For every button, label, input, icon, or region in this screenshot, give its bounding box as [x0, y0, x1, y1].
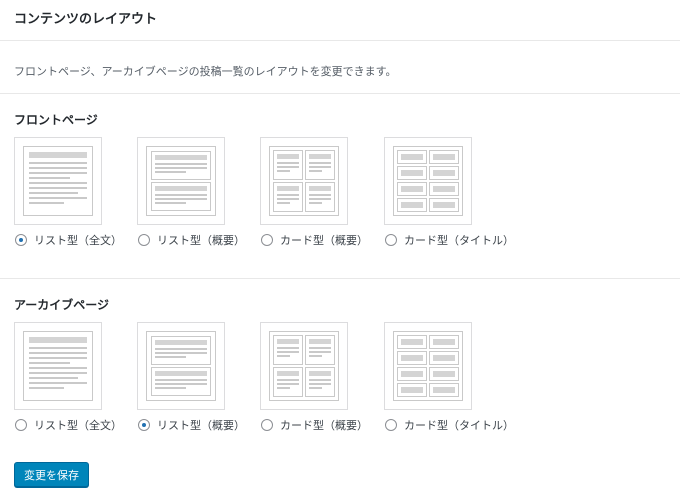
- layout-thumbnail-summary-card[interactable]: [260, 137, 348, 225]
- radio-button[interactable]: [138, 419, 150, 431]
- layout-preview: [269, 331, 339, 401]
- layout-option-summary-list[interactable]: リスト型（概要）: [138, 232, 245, 248]
- layout-thumbnail-title-card[interactable]: [384, 137, 472, 225]
- radio-label: リスト型（全文）: [34, 234, 122, 247]
- radio-label: カード型（概要）: [280, 419, 368, 432]
- radio-button[interactable]: [261, 234, 273, 246]
- front-page-layout-options: リスト型（全文） リスト型（概要） カード型（概要） カード型（タイトル）: [14, 137, 534, 257]
- radio-button[interactable]: [385, 234, 397, 246]
- layout-thumbnail-title-card[interactable]: [384, 322, 472, 410]
- layout-thumbnail-full-list[interactable]: [14, 137, 102, 225]
- layout-preview: [269, 146, 339, 216]
- layout-option-title-card[interactable]: カード型（タイトル）: [385, 417, 514, 433]
- layout-preview: [146, 331, 216, 401]
- layout-thumbnail-summary-list[interactable]: [137, 322, 225, 410]
- layout-option-title-card[interactable]: カード型（タイトル）: [385, 232, 514, 248]
- radio-button[interactable]: [261, 419, 273, 431]
- layout-option-summary-card[interactable]: カード型（概要）: [261, 417, 368, 433]
- radio-label: カード型（概要）: [280, 234, 368, 247]
- section-divider: [0, 278, 680, 279]
- layout-thumbnail-summary-list[interactable]: [137, 137, 225, 225]
- radio-label: リスト型（全文）: [34, 419, 122, 432]
- radio-label: カード型（タイトル）: [404, 419, 514, 432]
- layout-preview: [23, 331, 93, 401]
- layout-thumbnail-full-list[interactable]: [14, 322, 102, 410]
- layout-preview: [393, 331, 463, 401]
- title-divider: [0, 40, 680, 41]
- layout-option-full-list[interactable]: リスト型（全文）: [15, 232, 122, 248]
- page-description: フロントページ、アーカイブページの投稿一覧のレイアウトを変更できます。: [14, 65, 397, 78]
- layout-preview: [146, 146, 216, 216]
- layout-preview: [393, 146, 463, 216]
- layout-preview: [23, 146, 93, 216]
- save-button[interactable]: 変更を保存: [14, 462, 89, 487]
- radio-button[interactable]: [385, 419, 397, 431]
- archive-page-layout-options: リスト型（全文） リスト型（概要） カード型（概要） カード型（タイトル）: [14, 322, 534, 442]
- radio-label: リスト型（概要）: [157, 234, 245, 247]
- radio-label: リスト型（概要）: [157, 419, 245, 432]
- radio-button[interactable]: [138, 234, 150, 246]
- layout-option-summary-list[interactable]: リスト型（概要）: [138, 417, 245, 433]
- layout-option-full-list[interactable]: リスト型（全文）: [15, 417, 122, 433]
- archive-page-section-title: アーカイブページ: [14, 298, 110, 312]
- front-page-section-title: フロントページ: [14, 113, 98, 127]
- radio-button[interactable]: [15, 234, 27, 246]
- description-divider: [0, 93, 680, 94]
- radio-button[interactable]: [15, 419, 27, 431]
- radio-label: カード型（タイトル）: [404, 234, 514, 247]
- layout-option-summary-card[interactable]: カード型（概要）: [261, 232, 368, 248]
- page-title: コンテンツのレイアウト: [14, 12, 158, 27]
- layout-thumbnail-summary-card[interactable]: [260, 322, 348, 410]
